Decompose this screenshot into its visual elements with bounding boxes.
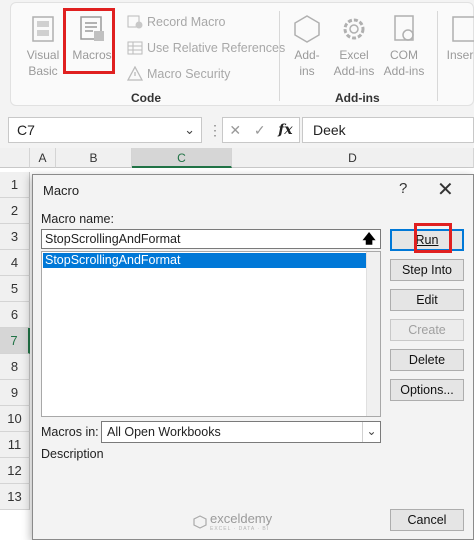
row-header[interactable]: 4: [0, 250, 30, 276]
macros-in-label: Macros in:: [41, 425, 99, 439]
record-macro-label: Record Macro: [147, 15, 226, 29]
list-scrollbar[interactable]: [366, 252, 380, 416]
options-button[interactable]: Options...: [390, 379, 464, 401]
visual-basic-icon: [32, 16, 54, 42]
row-header[interactable]: 6: [0, 302, 30, 328]
description-area: [41, 475, 387, 509]
upload-arrow-icon[interactable]: 🡅: [359, 230, 379, 248]
cancel-label: Cancel: [407, 513, 447, 527]
add-ins-group-label: Add-ins: [335, 91, 380, 105]
group-separator: [279, 11, 280, 101]
gear-icon: [343, 18, 365, 40]
relative-references-icon: [127, 41, 143, 55]
insert-function-icon[interactable]: fx: [278, 122, 292, 138]
close-icon[interactable]: ✕: [437, 177, 454, 202]
row-header[interactable]: 8: [0, 354, 30, 380]
record-macro-button[interactable]: Record Macro: [127, 11, 226, 33]
record-macro-icon: [127, 15, 143, 29]
exceldemy-logo-icon: [193, 514, 207, 529]
step-into-label: Step Into: [401, 263, 453, 277]
row-header[interactable]: 1: [0, 172, 30, 198]
description-label: Description: [41, 447, 104, 461]
excel-add-ins-label: Excel Add-ins: [333, 48, 375, 78]
com-add-ins-button[interactable]: COM Add-ins: [381, 13, 427, 79]
add-ins-label: Add- ins: [294, 48, 320, 78]
chevron-down-icon[interactable]: ⌄: [362, 422, 380, 442]
row-header[interactable]: 12: [0, 458, 30, 484]
macros-in-value: All Open Workbooks: [107, 425, 221, 439]
row-header[interactable]: 11: [0, 432, 30, 458]
edit-button[interactable]: Edit: [390, 289, 464, 311]
run-highlight-box: [414, 223, 452, 253]
macro-dialog: Macro ? ✕ Macro name: StopScrollingAndFo…: [32, 174, 474, 540]
com-add-ins-label: COM Add-ins: [383, 48, 425, 78]
row-header[interactable]: 13: [0, 484, 30, 510]
edit-label: Edit: [416, 293, 438, 307]
group-separator: [437, 11, 438, 101]
macro-name-label: Macro name:: [41, 212, 114, 226]
visual-basic-label: Visual Basic: [26, 48, 60, 78]
insert-label: Inser: [446, 48, 474, 62]
name-box[interactable]: C7 ⌄: [8, 117, 202, 143]
column-header-a[interactable]: A: [30, 148, 56, 168]
create-label: Create: [408, 323, 446, 337]
exceldemy-watermark: exceldemy EXCEL · DATA · BI: [193, 511, 272, 532]
insert-icon: [452, 16, 474, 42]
cancel-x-icon[interactable]: ✕: [229, 122, 241, 139]
insert-button[interactable]: Inser: [445, 13, 474, 63]
create-button: Create: [390, 319, 464, 341]
warning-icon: [127, 66, 143, 81]
checkmark-icon[interactable]: ✓: [254, 122, 266, 139]
more-dots-icon: ⋮: [208, 122, 222, 138]
macro-list[interactable]: StopScrollingAndFormat: [41, 251, 381, 417]
ribbon: Visual Basic Macros Record Macro Use Rel…: [0, 0, 474, 110]
code-group-label: Code: [131, 91, 161, 105]
row-header[interactable]: 3: [0, 224, 30, 250]
excel-add-ins-button[interactable]: Excel Add-ins: [331, 13, 377, 79]
chevron-down-icon[interactable]: ⌄: [184, 122, 195, 138]
column-header-c[interactable]: C: [132, 148, 232, 168]
list-item[interactable]: StopScrollingAndFormat: [43, 253, 371, 268]
com-add-ins-icon: [394, 15, 414, 41]
use-relative-references-label: Use Relative References: [147, 41, 286, 55]
add-ins-icon: [294, 15, 320, 43]
row-header[interactable]: 2: [0, 198, 30, 224]
row-header[interactable]: 5: [0, 276, 30, 302]
options-label: Options...: [400, 383, 454, 397]
macro-security-label: Macro Security: [147, 67, 231, 81]
select-all-corner[interactable]: [0, 148, 30, 168]
column-header-d[interactable]: D: [232, 148, 474, 168]
name-box-value: C7: [17, 122, 35, 138]
row-header[interactable]: 7: [0, 328, 30, 354]
macro-name-value: StopScrollingAndFormat: [45, 232, 181, 246]
add-ins-button[interactable]: Add- ins: [287, 13, 327, 79]
row-header[interactable]: 9: [0, 380, 30, 406]
dialog-title: Macro: [43, 183, 80, 198]
watermark-brand: exceldemy: [210, 511, 273, 526]
delete-label: Delete: [408, 353, 446, 367]
formula-value: Deek: [313, 122, 346, 138]
visual-basic-button[interactable]: Visual Basic: [21, 13, 65, 79]
macros-in-select[interactable]: All Open Workbooks ⌄: [101, 421, 381, 443]
help-icon[interactable]: ?: [399, 180, 407, 197]
formula-input[interactable]: Deek: [302, 117, 474, 143]
delete-button[interactable]: Delete: [390, 349, 464, 371]
column-header-b[interactable]: B: [56, 148, 132, 168]
macros-highlight-box: [63, 8, 115, 74]
cancel-button[interactable]: Cancel: [390, 509, 464, 531]
formula-bar: C7 ⌄ ⋮ ✕ ✓ fx Deek: [0, 110, 474, 148]
watermark-tagline: EXCEL · DATA · BI: [210, 526, 270, 532]
step-into-button[interactable]: Step Into: [390, 259, 464, 281]
macro-security-button[interactable]: Macro Security: [127, 63, 230, 85]
use-relative-references-button[interactable]: Use Relative References: [127, 37, 285, 59]
row-header[interactable]: 10: [0, 406, 30, 432]
macro-name-input[interactable]: StopScrollingAndFormat: [41, 229, 381, 249]
formula-buttons: ✕ ✓ fx: [222, 117, 300, 143]
